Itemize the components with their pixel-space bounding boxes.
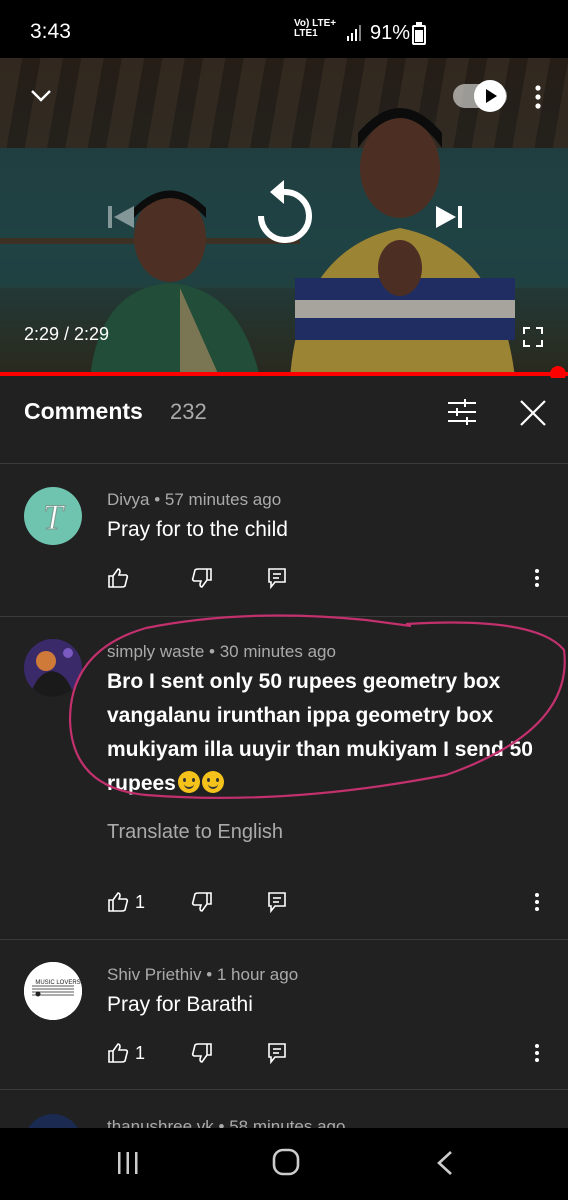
translate-link[interactable]: Translate to English [107, 821, 283, 844]
video-progress-bar[interactable] [0, 372, 568, 376]
skip-next-icon[interactable] [432, 200, 466, 234]
avatar-letter-icon: T [42, 497, 66, 538]
thumb-down-icon [191, 568, 212, 588]
music-lovers-logo-icon: MUSIC LOVERS [24, 962, 82, 1020]
network-indicator: Vo) LTE+ LTE1 [294, 19, 336, 39]
thumb-down-icon [191, 892, 212, 912]
more-vert-icon[interactable] [531, 567, 543, 589]
autoplay-toggle-icon[interactable] [474, 80, 506, 112]
more-vert-icon[interactable] [532, 84, 544, 110]
comments-count: 232 [170, 399, 207, 424]
dislike-button[interactable] [191, 891, 213, 913]
reply-button[interactable] [267, 567, 287, 589]
comments-title: Comments [24, 398, 143, 424]
dislike-button[interactable] [191, 1042, 213, 1064]
reply-button[interactable] [267, 891, 287, 913]
svg-text:T: T [43, 497, 66, 537]
comment-text: Pray for Barathi [107, 993, 253, 1016]
comment-item: thanushree.vk • 58 minutes ago [0, 1090, 568, 1128]
like-button[interactable]: 1 [107, 1042, 145, 1064]
reply-icon [268, 892, 286, 913]
comment-item: T Divya • 57 minutes ago Pray for to the… [0, 465, 568, 617]
avatar[interactable]: T [24, 487, 82, 545]
avatar[interactable] [24, 639, 82, 697]
comment-meta: simply waste • 30 minutes ago [107, 642, 336, 661]
avatar[interactable] [24, 1114, 82, 1128]
status-time: 3:43 [30, 20, 71, 43]
comment-item: simply waste • 30 minutes ago Bro I sent… [0, 617, 568, 940]
avatar-photo-icon [24, 639, 82, 697]
chevron-down-icon[interactable] [28, 86, 54, 106]
comment-item: MUSIC LOVERS Shiv Priethiv • 1 hour ago … [0, 940, 568, 1090]
fullscreen-icon[interactable] [522, 326, 544, 348]
thumb-up-icon [108, 1043, 129, 1063]
smile-emoji-icon [177, 771, 200, 793]
close-icon[interactable] [518, 398, 548, 428]
thumb-up-icon [108, 892, 129, 912]
like-count: 1 [135, 891, 146, 912]
status-bar: 3:43 Vo) LTE+ LTE1 91% [0, 0, 568, 58]
smile-emoji-icon [201, 771, 224, 793]
reply-button[interactable] [267, 1042, 287, 1064]
more-vert-icon[interactable] [531, 891, 543, 913]
thumb-down-icon [191, 1043, 212, 1063]
like-button[interactable]: 1 [107, 891, 145, 913]
skip-previous-icon[interactable] [104, 200, 138, 234]
recent-apps-icon[interactable] [116, 1150, 140, 1176]
network-line-2: LTE1 [294, 28, 318, 39]
comment-actions: 1 [107, 1042, 557, 1072]
comment-meta: Divya • 57 minutes ago [107, 490, 282, 509]
more-vert-icon[interactable] [531, 1042, 543, 1064]
like-button[interactable] [107, 567, 135, 589]
video-time: 2:29 / 2:29 [24, 324, 110, 344]
battery-percent: 91% [370, 22, 411, 44]
signal-icon [347, 25, 361, 41]
dislike-button[interactable] [191, 567, 213, 589]
svg-text:MUSIC LOVERS: MUSIC LOVERS [35, 980, 80, 986]
reply-icon [268, 1043, 286, 1064]
comment-meta: Shiv Priethiv • 1 hour ago [107, 965, 299, 984]
like-count: 1 [135, 1042, 146, 1063]
comments-header: Comments 232 [0, 378, 568, 464]
comment-text: Bro I sent only 50 rupees geometry box v… [107, 670, 533, 795]
comment-actions [107, 567, 557, 597]
avatar[interactable]: MUSIC LOVERS [24, 962, 82, 1020]
replay-icon[interactable] [252, 178, 316, 248]
comment-text-block: Bro I sent only 50 rupees geometry box v… [107, 665, 546, 801]
video-player[interactable]: 2:29 / 2:29 [0, 58, 568, 372]
reply-icon [268, 568, 286, 589]
thumb-up-icon [108, 568, 129, 588]
system-nav-bar [0, 1128, 568, 1200]
back-icon[interactable] [436, 1150, 454, 1176]
comment-actions: 1 [107, 891, 557, 921]
battery-icon [412, 22, 426, 45]
comment-meta: thanushree.vk • 58 minutes ago [107, 1117, 346, 1128]
home-icon[interactable] [272, 1148, 300, 1176]
sort-filter-icon[interactable] [447, 398, 477, 426]
comment-text: Pray for to the child [107, 518, 288, 541]
